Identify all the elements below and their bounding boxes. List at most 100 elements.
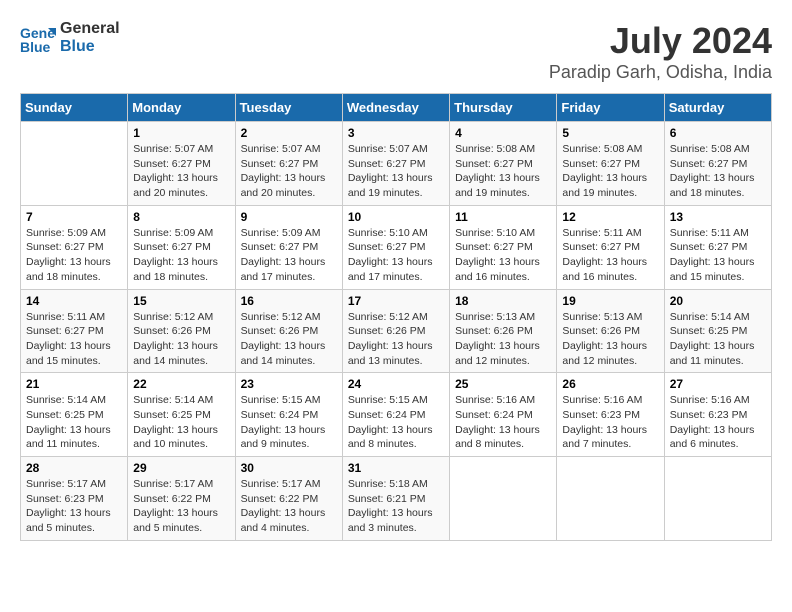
calendar-cell: 17 Sunrise: 5:12 AM Sunset: 6:26 PM Dayli… (342, 289, 449, 373)
calendar-cell: 24 Sunrise: 5:15 AM Sunset: 6:24 PM Dayli… (342, 373, 449, 457)
calendar-cell: 25 Sunrise: 5:16 AM Sunset: 6:24 PM Dayli… (450, 373, 557, 457)
day-info: Sunrise: 5:08 AM Sunset: 6:27 PM Dayligh… (670, 142, 766, 201)
day-number: 31 (348, 461, 444, 475)
header-tuesday: Tuesday (235, 94, 342, 122)
day-number: 20 (670, 294, 766, 308)
day-info: Sunrise: 5:10 AM Sunset: 6:27 PM Dayligh… (455, 226, 551, 285)
header-thursday: Thursday (450, 94, 557, 122)
calendar-cell: 6 Sunrise: 5:08 AM Sunset: 6:27 PM Daylig… (664, 122, 771, 206)
day-number: 8 (133, 210, 229, 224)
day-info: Sunrise: 5:14 AM Sunset: 6:25 PM Dayligh… (26, 393, 122, 452)
day-info: Sunrise: 5:14 AM Sunset: 6:25 PM Dayligh… (670, 310, 766, 369)
day-info: Sunrise: 5:08 AM Sunset: 6:27 PM Dayligh… (455, 142, 551, 201)
week-row-4: 21 Sunrise: 5:14 AM Sunset: 6:25 PM Dayli… (21, 373, 772, 457)
calendar-cell: 5Sunrise: 5:08 AM Sunset: 6:27 PM Daylig… (557, 122, 664, 206)
calendar-cell: 26 Sunrise: 5:16 AM Sunset: 6:23 PM Dayli… (557, 373, 664, 457)
calendar-cell: 1 Sunrise: 5:07 AM Sunset: 6:27 PM Daylig… (128, 122, 235, 206)
day-info: Sunrise: 5:10 AM Sunset: 6:27 PM Dayligh… (348, 226, 444, 285)
week-row-2: 7 Sunrise: 5:09 AM Sunset: 6:27 PM Daylig… (21, 205, 772, 289)
calendar-cell (21, 122, 128, 206)
calendar-cell: 27 Sunrise: 5:16 AM Sunset: 6:23 PM Dayli… (664, 373, 771, 457)
day-info: Sunrise: 5:07 AM Sunset: 6:27 PM Dayligh… (241, 142, 337, 201)
calendar-cell: 10Sunrise: 5:10 AM Sunset: 6:27 PM Dayli… (342, 205, 449, 289)
day-number: 25 (455, 377, 551, 391)
calendar-cell: 15Sunrise: 5:12 AM Sunset: 6:26 PM Dayli… (128, 289, 235, 373)
calendar-cell: 13Sunrise: 5:11 AM Sunset: 6:27 PM Dayli… (664, 205, 771, 289)
calendar-cell (450, 457, 557, 541)
calendar-cell: 9Sunrise: 5:09 AM Sunset: 6:27 PM Daylig… (235, 205, 342, 289)
day-info: Sunrise: 5:09 AM Sunset: 6:27 PM Dayligh… (133, 226, 229, 285)
day-number: 26 (562, 377, 658, 391)
day-info: Sunrise: 5:15 AM Sunset: 6:24 PM Dayligh… (241, 393, 337, 452)
header-wednesday: Wednesday (342, 94, 449, 122)
calendar-cell: 16 Sunrise: 5:12 AM Sunset: 6:26 PM Dayli… (235, 289, 342, 373)
day-info: Sunrise: 5:16 AM Sunset: 6:23 PM Dayligh… (670, 393, 766, 452)
day-info: Sunrise: 5:17 AM Sunset: 6:22 PM Dayligh… (133, 477, 229, 536)
day-info: Sunrise: 5:17 AM Sunset: 6:22 PM Dayligh… (241, 477, 337, 536)
day-info: Sunrise: 5:09 AM Sunset: 6:27 PM Dayligh… (241, 226, 337, 285)
day-info: Sunrise: 5:12 AM Sunset: 6:26 PM Dayligh… (241, 310, 337, 369)
day-number: 14 (26, 294, 122, 308)
day-info: Sunrise: 5:14 AM Sunset: 6:25 PM Dayligh… (133, 393, 229, 452)
calendar-cell: 20 Sunrise: 5:14 AM Sunset: 6:25 PM Dayli… (664, 289, 771, 373)
day-number: 28 (26, 461, 122, 475)
header-saturday: Saturday (664, 94, 771, 122)
day-number: 29 (133, 461, 229, 475)
day-number: 1 (133, 126, 229, 140)
day-info: Sunrise: 5:12 AM Sunset: 6:26 PM Dayligh… (348, 310, 444, 369)
day-info: Sunrise: 5:16 AM Sunset: 6:24 PM Dayligh… (455, 393, 551, 452)
calendar-cell: 28 Sunrise: 5:17 AM Sunset: 6:23 PM Dayli… (21, 457, 128, 541)
page-subtitle: Paradip Garh, Odisha, India (549, 62, 772, 83)
calendar-cell: 7Sunrise: 5:09 AM Sunset: 6:27 PM Daylig… (21, 205, 128, 289)
calendar-cell: 30 Sunrise: 5:17 AM Sunset: 6:22 PM Dayli… (235, 457, 342, 541)
day-number: 24 (348, 377, 444, 391)
svg-text:Blue: Blue (20, 39, 51, 55)
day-number: 18 (455, 294, 551, 308)
day-number: 23 (241, 377, 337, 391)
calendar-cell: 12Sunrise: 5:11 AM Sunset: 6:27 PM Dayli… (557, 205, 664, 289)
day-number: 11 (455, 210, 551, 224)
week-row-1: 1 Sunrise: 5:07 AM Sunset: 6:27 PM Daylig… (21, 122, 772, 206)
day-info: Sunrise: 5:13 AM Sunset: 6:26 PM Dayligh… (562, 310, 658, 369)
day-number: 7 (26, 210, 122, 224)
day-number: 21 (26, 377, 122, 391)
day-info: Sunrise: 5:16 AM Sunset: 6:23 PM Dayligh… (562, 393, 658, 452)
day-number: 19 (562, 294, 658, 308)
calendar-cell: 18 Sunrise: 5:13 AM Sunset: 6:26 PM Dayli… (450, 289, 557, 373)
calendar-cell: 29 Sunrise: 5:17 AM Sunset: 6:22 PM Dayli… (128, 457, 235, 541)
day-info: Sunrise: 5:07 AM Sunset: 6:27 PM Dayligh… (348, 142, 444, 201)
day-number: 22 (133, 377, 229, 391)
day-number: 17 (348, 294, 444, 308)
day-number: 2 (241, 126, 337, 140)
day-info: Sunrise: 5:13 AM Sunset: 6:26 PM Dayligh… (455, 310, 551, 369)
day-number: 16 (241, 294, 337, 308)
day-info: Sunrise: 5:07 AM Sunset: 6:27 PM Dayligh… (133, 142, 229, 201)
calendar-cell: 3 Sunrise: 5:07 AM Sunset: 6:27 PM Daylig… (342, 122, 449, 206)
day-info: Sunrise: 5:17 AM Sunset: 6:23 PM Dayligh… (26, 477, 122, 536)
day-number: 5 (562, 126, 658, 140)
calendar-cell: 22 Sunrise: 5:14 AM Sunset: 6:25 PM Dayli… (128, 373, 235, 457)
calendar-cell: 8 Sunrise: 5:09 AM Sunset: 6:27 PM Daylig… (128, 205, 235, 289)
day-number: 13 (670, 210, 766, 224)
day-info: Sunrise: 5:12 AM Sunset: 6:26 PM Dayligh… (133, 310, 229, 369)
calendar-table: SundayMondayTuesdayWednesdayThursdayFrid… (20, 93, 772, 541)
calendar-cell (664, 457, 771, 541)
header-monday: Monday (128, 94, 235, 122)
day-number: 6 (670, 126, 766, 140)
day-number: 3 (348, 126, 444, 140)
calendar-cell: 2 Sunrise: 5:07 AM Sunset: 6:27 PM Daylig… (235, 122, 342, 206)
day-info: Sunrise: 5:15 AM Sunset: 6:24 PM Dayligh… (348, 393, 444, 452)
calendar-cell: 31 Sunrise: 5:18 AM Sunset: 6:21 PM Dayli… (342, 457, 449, 541)
day-number: 30 (241, 461, 337, 475)
page-title: July 2024 (549, 20, 772, 62)
day-info: Sunrise: 5:18 AM Sunset: 6:21 PM Dayligh… (348, 477, 444, 536)
day-number: 27 (670, 377, 766, 391)
calendar-cell: 19 Sunrise: 5:13 AM Sunset: 6:26 PM Dayli… (557, 289, 664, 373)
day-info: Sunrise: 5:11 AM Sunset: 6:27 PM Dayligh… (26, 310, 122, 369)
logo-text-line2: Blue (60, 38, 120, 56)
header-sunday: Sunday (21, 94, 128, 122)
calendar-cell: 11 Sunrise: 5:10 AM Sunset: 6:27 PM Dayli… (450, 205, 557, 289)
calendar-cell: 14 Sunrise: 5:11 AM Sunset: 6:27 PM Dayli… (21, 289, 128, 373)
day-info: Sunrise: 5:11 AM Sunset: 6:27 PM Dayligh… (562, 226, 658, 285)
day-number: 4 (455, 126, 551, 140)
